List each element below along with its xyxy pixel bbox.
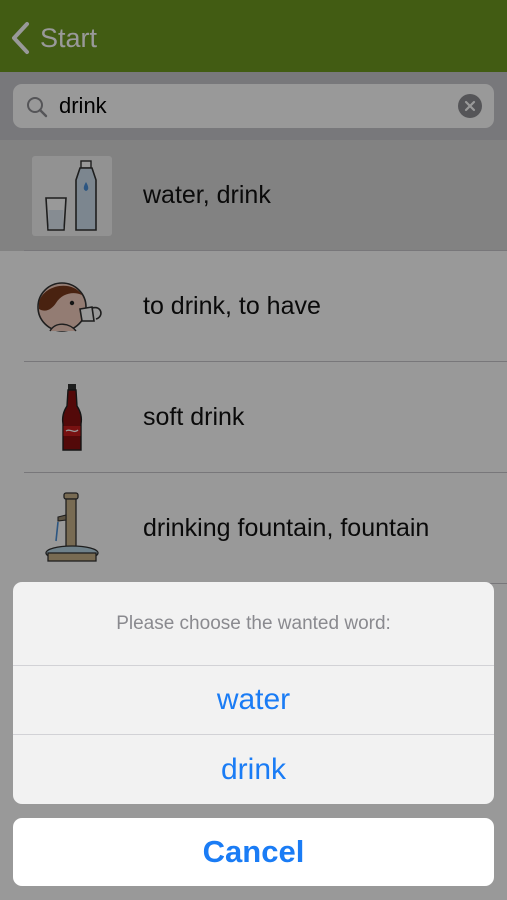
app-screen: Start drink water, drink to drink, to ha…	[0, 0, 507, 900]
action-sheet: Please choose the wanted word: water dri…	[13, 582, 494, 804]
option-drink-button[interactable]: drink	[13, 735, 494, 804]
option-water-button[interactable]: water	[13, 666, 494, 735]
cancel-button[interactable]: Cancel	[13, 818, 494, 886]
action-sheet-title: Please choose the wanted word:	[13, 582, 494, 666]
